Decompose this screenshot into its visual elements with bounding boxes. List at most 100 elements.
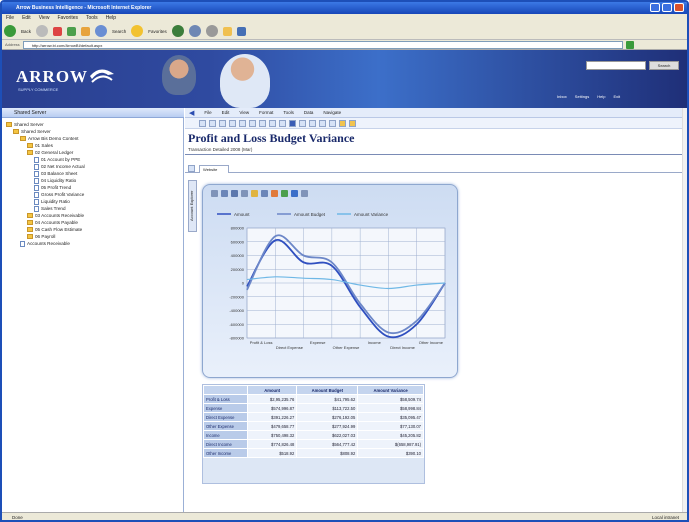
menu-help[interactable]: Help bbox=[106, 14, 116, 23]
back-icon[interactable] bbox=[4, 25, 16, 37]
tree-item[interactable]: Shared Server bbox=[6, 121, 85, 128]
history-icon[interactable] bbox=[171, 25, 184, 37]
table-cell: $45,205.82 bbox=[357, 430, 424, 440]
close-button[interactable] bbox=[674, 3, 684, 12]
report-menu-format[interactable]: Format bbox=[259, 110, 273, 115]
link-settings[interactable]: Settings bbox=[575, 94, 589, 99]
vertical-scrollbar[interactable] bbox=[682, 108, 687, 514]
report-menu-navigate[interactable]: Navigate bbox=[323, 110, 341, 115]
table-icon[interactable] bbox=[299, 119, 306, 127]
tree-item[interactable]: Arrow Bis Demo Content bbox=[6, 135, 85, 142]
chart-tool-icon-7[interactable] bbox=[271, 190, 278, 197]
link-help[interactable]: Help bbox=[597, 94, 605, 99]
print-report-icon[interactable] bbox=[229, 119, 236, 127]
maximize-button[interactable] bbox=[662, 3, 672, 12]
messenger-icon[interactable] bbox=[236, 26, 246, 36]
banner-search-input[interactable] bbox=[586, 61, 646, 70]
chart-tool-icon-3[interactable] bbox=[231, 190, 238, 197]
tree-item[interactable]: Sales Trend bbox=[6, 205, 85, 212]
copy-icon[interactable] bbox=[269, 119, 276, 127]
back-label[interactable]: Back bbox=[21, 29, 31, 34]
column-header[interactable]: Amount Variance bbox=[357, 385, 424, 395]
address-input[interactable]: http://arrow.bi.com/ArrowBI/default.aspx bbox=[22, 40, 623, 49]
report-menu-tools[interactable]: Tools bbox=[283, 110, 294, 115]
highlight-icon[interactable] bbox=[339, 119, 346, 127]
tab-website[interactable]: Website bbox=[199, 165, 229, 173]
tree-item[interactable]: Shared Server bbox=[6, 128, 85, 135]
tree-item[interactable]: 03 Accounts Receivable bbox=[6, 212, 85, 219]
tree-item[interactable]: 01 Account by PPE bbox=[6, 156, 85, 163]
tree-item[interactable]: 04 Liquidity Ratio bbox=[6, 177, 85, 184]
tree-item[interactable]: 05 Profit Trend bbox=[6, 184, 85, 191]
go-icon[interactable] bbox=[625, 40, 634, 49]
new-icon[interactable] bbox=[199, 119, 206, 127]
chart-tool-icon-9[interactable] bbox=[291, 190, 298, 197]
refresh-report-icon[interactable] bbox=[329, 119, 336, 127]
print-icon[interactable] bbox=[205, 25, 218, 37]
chart-icon[interactable] bbox=[289, 119, 296, 127]
favorites-icon[interactable] bbox=[131, 25, 144, 37]
filter-icon[interactable] bbox=[309, 119, 316, 127]
folder-icon bbox=[13, 129, 19, 134]
report-menu-data[interactable]: Data bbox=[304, 110, 314, 115]
menu-view[interactable]: View bbox=[39, 14, 50, 23]
tree-item[interactable]: 06 Payroll bbox=[6, 233, 85, 240]
chart-tool-icon-8[interactable] bbox=[281, 190, 288, 197]
forward-icon[interactable] bbox=[36, 25, 49, 37]
folder-icon[interactable] bbox=[222, 26, 232, 36]
save-icon[interactable] bbox=[219, 119, 226, 127]
collapse-arrow-icon[interactable]: ◀ bbox=[189, 109, 194, 117]
tab-menu-icon[interactable] bbox=[188, 165, 195, 172]
search-label[interactable]: Search bbox=[112, 29, 126, 34]
tree-item[interactable]: 03 Balance Sheet bbox=[6, 170, 85, 177]
chart-tool-icon-1[interactable] bbox=[211, 190, 218, 197]
report-menu-edit[interactable]: Edit bbox=[222, 110, 230, 115]
document-icon bbox=[34, 163, 39, 170]
menu-tools[interactable]: Tools bbox=[86, 14, 98, 23]
mail-icon[interactable] bbox=[188, 25, 201, 37]
tree-item[interactable]: 05 Cash Flow Estimate bbox=[6, 226, 85, 233]
tree-item[interactable]: 02 Net Income Actual bbox=[6, 163, 85, 170]
open-icon[interactable] bbox=[209, 119, 216, 127]
export-icon[interactable] bbox=[349, 119, 356, 127]
tree-item[interactable]: Liquidity Ratio bbox=[6, 198, 85, 205]
row-label: Direct Income bbox=[203, 439, 248, 449]
report-menu-file[interactable]: File bbox=[204, 110, 211, 115]
cut-icon[interactable] bbox=[259, 119, 266, 127]
menu-favorites[interactable]: Favorites bbox=[57, 14, 78, 23]
redo-icon[interactable] bbox=[249, 119, 256, 127]
column-header[interactable]: Amount bbox=[246, 385, 298, 395]
address-label: Address bbox=[5, 42, 20, 47]
row-label: Income bbox=[203, 430, 248, 440]
stop-icon[interactable] bbox=[53, 26, 63, 36]
menu-edit[interactable]: Edit bbox=[22, 14, 31, 23]
tree-item[interactable]: Accounts Receivable bbox=[6, 240, 85, 247]
link-inbox[interactable]: Inbox bbox=[557, 94, 567, 99]
tree-item[interactable]: Gross Profit Variance bbox=[6, 191, 85, 198]
tree-item[interactable]: 01 Sales bbox=[6, 142, 85, 149]
chart-tool-icon-6[interactable] bbox=[261, 190, 268, 197]
minimize-button[interactable] bbox=[650, 3, 660, 12]
column-header[interactable] bbox=[203, 385, 248, 395]
search-icon[interactable] bbox=[95, 25, 108, 37]
menu-file[interactable]: File bbox=[6, 14, 14, 23]
chart-tool-icon-4[interactable] bbox=[241, 190, 248, 197]
favorites-label[interactable]: Favorites bbox=[148, 29, 167, 34]
chart-tool-icon-10[interactable] bbox=[301, 190, 308, 197]
chart-tool-icon-5[interactable] bbox=[251, 190, 258, 197]
account-explorer-tab[interactable]: Account Explorer bbox=[188, 180, 197, 232]
table-row: Profit & Loss $2,95,235.76 $41,795.62 $58,5… bbox=[203, 394, 424, 404]
link-exit[interactable]: Exit bbox=[613, 94, 620, 99]
tree-item[interactable]: 04 Accounts Payable bbox=[6, 219, 85, 226]
report-menu-view[interactable]: View bbox=[239, 110, 249, 115]
column-header[interactable]: Amount Budget bbox=[296, 385, 359, 395]
sort-icon[interactable] bbox=[319, 119, 326, 127]
paste-icon[interactable] bbox=[279, 119, 286, 127]
refresh-icon[interactable] bbox=[67, 26, 77, 36]
home-icon[interactable] bbox=[81, 26, 91, 36]
chart-tool-icon-2[interactable] bbox=[221, 190, 228, 197]
tree-item[interactable]: 02 General Ledger bbox=[6, 149, 85, 156]
tree-item-label: 02 General Ledger bbox=[35, 150, 74, 155]
undo-icon[interactable] bbox=[239, 119, 246, 127]
banner-search-button[interactable]: Search bbox=[649, 61, 679, 70]
